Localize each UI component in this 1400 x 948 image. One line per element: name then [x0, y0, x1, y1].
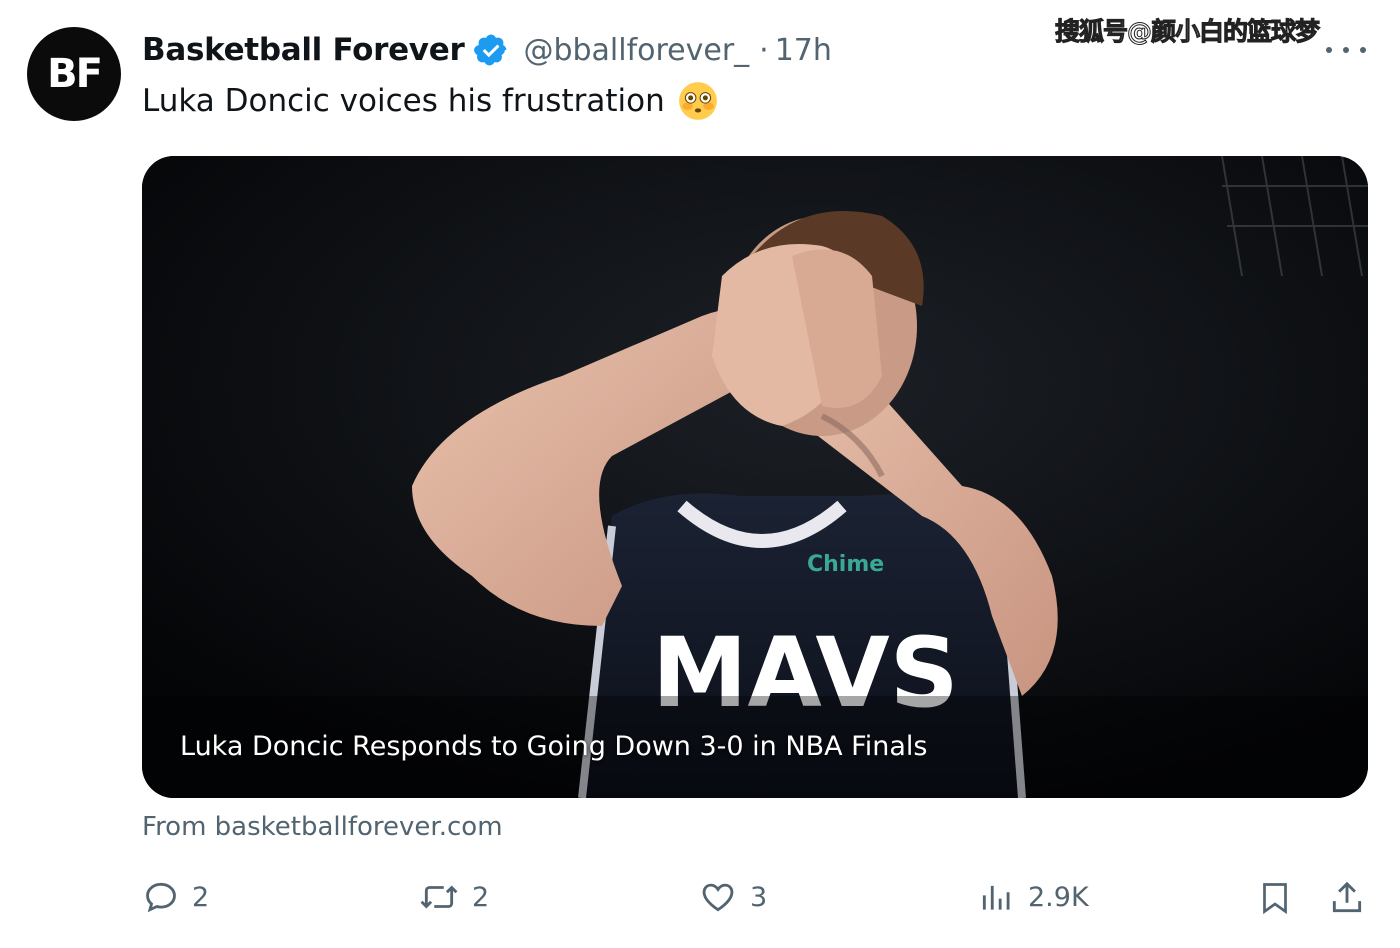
- repost-count: 2: [472, 881, 490, 913]
- card-source[interactable]: From basketballforever.com: [142, 812, 503, 842]
- post-time[interactable]: 17h: [775, 33, 832, 68]
- card-image: MAVS Chime: [142, 156, 1368, 798]
- bookmark-button[interactable]: [1257, 878, 1293, 918]
- tweet-body: Luka Doncic voices his frustration: [142, 83, 665, 119]
- reply-count: 2: [192, 881, 210, 913]
- flushed-face-icon: [678, 82, 717, 120]
- card-title: Luka Doncic Responds to Going Down 3-0 i…: [180, 731, 928, 762]
- bookmark-icon: [1263, 883, 1287, 915]
- views-count: 2.9K: [1028, 881, 1089, 913]
- tweet-text: Luka Doncic voices his frustration: [142, 80, 719, 122]
- more-options-icon[interactable]: [1326, 40, 1366, 60]
- reply-button[interactable]: 2: [142, 878, 209, 916]
- repost-icon: [420, 885, 458, 909]
- heart-icon: [702, 883, 734, 912]
- author-name[interactable]: Basketball Forever: [142, 32, 465, 68]
- like-count: 3: [750, 881, 768, 913]
- reply-icon: [146, 882, 176, 913]
- sponsor-text: Chime: [807, 552, 884, 577]
- avatar[interactable]: BF: [27, 27, 121, 121]
- like-button[interactable]: 3: [698, 878, 767, 916]
- action-bar: 2 2 3 2.9K: [0, 876, 1400, 926]
- repost-button[interactable]: 2: [418, 878, 489, 916]
- verified-badge-icon: [474, 34, 507, 66]
- share-icon: [1332, 881, 1362, 913]
- separator-dot: ·: [759, 32, 769, 68]
- author-handle[interactable]: @bballforever_: [523, 33, 749, 68]
- link-card[interactable]: MAVS Chime Luka Doncic Responds to Going…: [142, 156, 1368, 798]
- avatar-logo-text: BF: [47, 51, 103, 97]
- analytics-icon: [982, 885, 1010, 910]
- watermark: 搜狐号@颜小白的篮球梦: [1054, 17, 1320, 47]
- share-button[interactable]: [1328, 878, 1366, 918]
- views-button[interactable]: 2.9K: [978, 878, 1089, 916]
- tweet-header: Basketball Forever @bballforever_ · 17h: [142, 28, 832, 72]
